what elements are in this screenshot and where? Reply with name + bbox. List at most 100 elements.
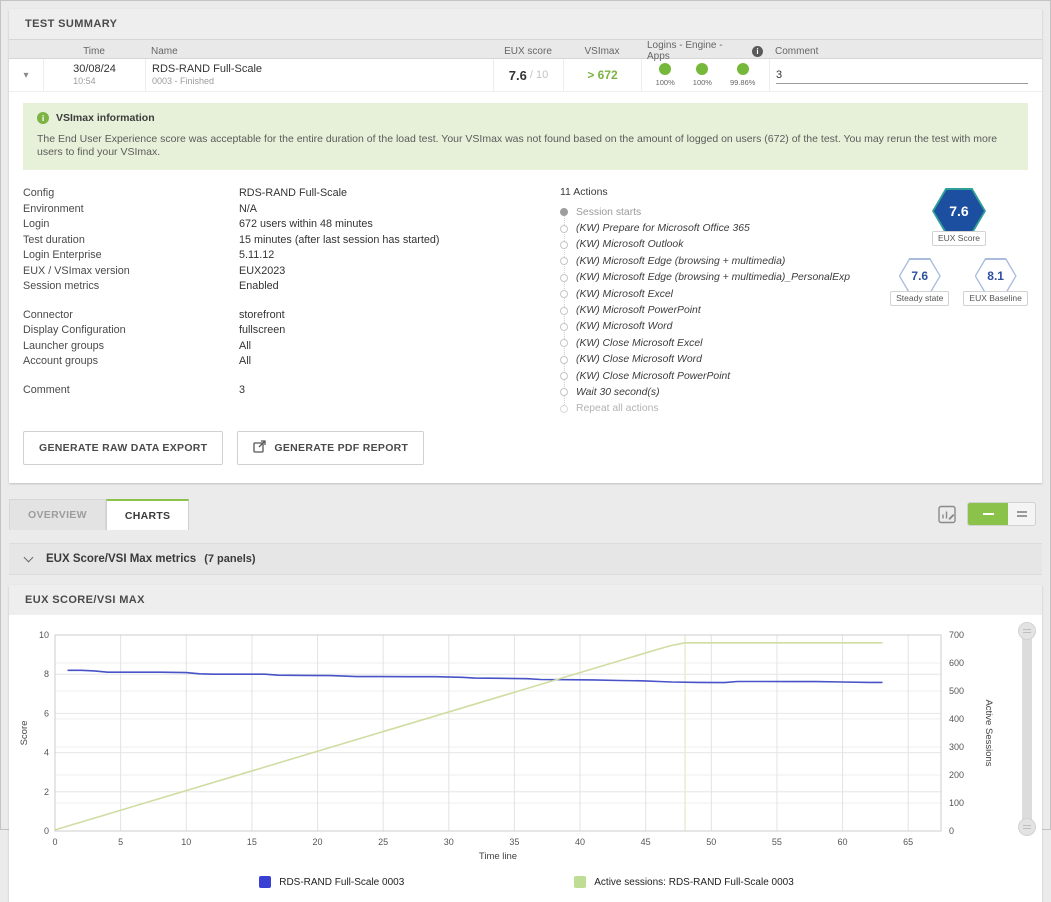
config-row: Connectorstorefront [23, 308, 560, 324]
chart-body: 0510152025303540455055606502468100100200… [9, 615, 1042, 902]
customize-charts-icon[interactable] [938, 505, 957, 524]
config-row: EnvironmentN/A [23, 202, 560, 218]
config-row: Session metricsEnabled [23, 279, 560, 295]
action-item: (KW) Microsoft PowerPoint [560, 302, 890, 318]
action-label: (KW) Close Microsoft Excel [576, 338, 702, 349]
config-label: Account groups [23, 354, 239, 370]
slider-handle-top[interactable] [1018, 622, 1036, 640]
action-step-icon [560, 290, 568, 298]
eux-vsimax-chart: 0510152025303540455055606502468100100200… [17, 623, 997, 867]
banner-title: VSImax information [56, 112, 155, 124]
config-label: Session metrics [23, 279, 239, 295]
config-value: Enabled [239, 279, 279, 295]
status-engine: 100% [693, 63, 712, 87]
legend-item[interactable]: Active sessions: RDS-RAND Full-Scale 000… [574, 876, 794, 888]
action-step-icon [560, 388, 568, 396]
svg-text:100: 100 [949, 798, 964, 808]
action-label: Wait 30 second(s) [576, 387, 660, 398]
legend-label: RDS-RAND Full-Scale 0003 [279, 877, 404, 888]
action-item: Wait 30 second(s) [560, 384, 890, 400]
slider-handle-bottom[interactable] [1018, 818, 1036, 836]
comment-input[interactable] [776, 67, 1028, 84]
svg-text:60: 60 [838, 837, 848, 847]
vsimax-value: > 672 [587, 68, 617, 82]
svg-text:2: 2 [44, 787, 49, 797]
action-label: (KW) Microsoft PowerPoint [576, 305, 701, 316]
generate-raw-data-export-button[interactable]: GENERATE RAW DATA EXPORT [23, 431, 223, 465]
tab-overview[interactable]: OVERVIEW [9, 499, 106, 530]
action-step-icon [560, 257, 568, 265]
svg-text:35: 35 [509, 837, 519, 847]
config-row: Login Enterprise5.11.12 [23, 248, 560, 264]
svg-text:55: 55 [772, 837, 782, 847]
tab-charts[interactable]: CHARTS [106, 499, 190, 530]
status-dot [737, 63, 749, 75]
legend-swatch [259, 876, 271, 888]
info-icon[interactable]: i [752, 46, 763, 57]
svg-text:50: 50 [706, 837, 716, 847]
status-percent: 99.86% [730, 78, 755, 87]
action-step-icon [560, 307, 568, 315]
test-summary-title: TEST SUMMARY [9, 9, 1042, 39]
config-label: Display Configuration [23, 323, 239, 339]
action-step-icon [560, 323, 568, 331]
action-step-icon [560, 241, 568, 249]
summary-row[interactable]: ▾ 30/08/24 10:54 RDS-RAND Full-Scale 000… [9, 59, 1042, 92]
config-label: Environment [23, 202, 239, 218]
action-step-icon [560, 339, 568, 347]
layout-list-button[interactable] [1008, 503, 1035, 525]
actions-panel: 11 Actions Session starts(KW) Prepare fo… [560, 186, 890, 417]
action-label: (KW) Microsoft Word [576, 321, 672, 332]
config-label: Launcher groups [23, 339, 239, 355]
row-expand-icon[interactable]: ▾ [23, 70, 28, 81]
action-item: (KW) Microsoft Outlook [560, 237, 890, 253]
config-label: Comment [23, 383, 239, 399]
config-label: Config [23, 186, 239, 202]
info-icon: i [37, 112, 49, 124]
page: TEST SUMMARY Time Name EUX score VSImax … [0, 0, 1051, 830]
legend-item[interactable]: RDS-RAND Full-Scale 0003 [259, 876, 404, 888]
config-value: 5.11.12 [239, 248, 274, 264]
action-step-icon [560, 372, 568, 380]
test-detail: ConfigRDS-RAND Full-ScaleEnvironmentN/AL… [9, 178, 1042, 419]
config-row: Display Configurationfullscreen [23, 323, 560, 339]
action-label: (KW) Microsoft Outlook [576, 239, 683, 250]
config-value: 15 minutes (after last session has start… [239, 233, 439, 249]
svg-text:15: 15 [247, 837, 257, 847]
config-label: EUX / VSImax version [23, 264, 239, 280]
action-label: (KW) Microsoft Excel [576, 289, 673, 300]
status-percent: 100% [693, 78, 712, 87]
chart-legend: RDS-RAND Full-Scale 0003 Active sessions:… [17, 872, 1036, 898]
config-row: Comment3 [23, 383, 560, 399]
section-eux-vsimax-metrics[interactable]: EUX Score/VSI Max metrics (7 panels) [9, 543, 1042, 575]
steady-state-badge: 7.6 Steady state [890, 258, 949, 306]
config-label: Connector [23, 308, 239, 324]
layout-single-column-button[interactable] [968, 503, 1008, 525]
y-axis-range-slider[interactable] [1022, 631, 1032, 827]
steady-state-hex-value: 7.6 [900, 260, 939, 293]
action-item: (KW) Prepare for Microsoft Office 365 [560, 220, 890, 236]
export-buttons: GENERATE RAW DATA EXPORT GENERATE PDF RE… [9, 419, 1042, 483]
status-dot [659, 63, 671, 75]
config-row: Account groupsAll [23, 354, 560, 370]
eux-score-value: 7.6 [509, 68, 527, 83]
action-step-icon [560, 225, 568, 233]
svg-text:4: 4 [44, 748, 49, 758]
action-item: (KW) Close Microsoft Excel [560, 335, 890, 351]
config-row: Login672 users within 48 minutes [23, 217, 560, 233]
action-label: Repeat all actions [576, 403, 659, 414]
svg-text:10: 10 [181, 837, 191, 847]
svg-text:300: 300 [949, 742, 964, 752]
config-value: N/A [239, 202, 257, 218]
status-apps: 99.86% [730, 63, 755, 87]
generate-pdf-report-button[interactable]: GENERATE PDF REPORT [237, 431, 424, 465]
test-date: 30/08/24 [73, 63, 116, 75]
svg-text:500: 500 [949, 686, 964, 696]
svg-text:600: 600 [949, 658, 964, 668]
score-badges: 7.6 EUX Score 7.6 Steady state 8.1 [890, 186, 1028, 417]
test-name: RDS-RAND Full-Scale [152, 63, 262, 75]
steady-state-badge-label: Steady state [890, 291, 949, 306]
svg-text:Active Sessions: Active Sessions [983, 700, 994, 767]
svg-text:8: 8 [44, 669, 49, 679]
test-summary-card: TEST SUMMARY Time Name EUX score VSImax … [9, 9, 1042, 483]
